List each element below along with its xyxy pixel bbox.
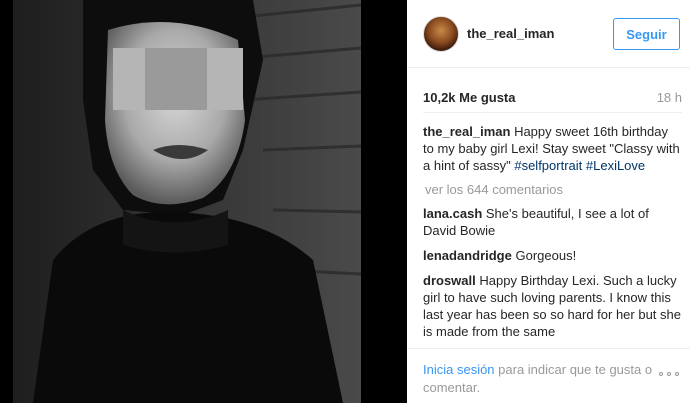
avatar[interactable] [423, 16, 459, 52]
comment-text: Gorgeous! [515, 248, 577, 263]
portrait-illustration [13, 0, 361, 403]
comment-author[interactable]: lenadandridge [423, 248, 512, 263]
caption-hashtags[interactable]: #selfportrait #LexiLove [514, 158, 645, 173]
more-dot [667, 372, 671, 376]
login-prompt: Inicia sesión para indicar que te gusta … [423, 361, 653, 397]
caption: the_real_iman Happy sweet 16th birthday … [423, 123, 682, 174]
likes-row: 10,2k Me gusta 18 h [423, 90, 682, 108]
post-photo[interactable] [13, 0, 361, 403]
header-username[interactable]: the_real_iman [467, 26, 554, 41]
post-sidebar: the_real_iman Seguir 10,2k Me gusta 18 h… [407, 0, 690, 403]
follow-button[interactable]: Seguir [613, 18, 680, 50]
comment-author[interactable]: lana.cash [423, 206, 482, 221]
photo-panel [0, 0, 407, 403]
list-item: lenadandridge Gorgeous! [423, 247, 682, 264]
likes-count[interactable]: 10,2k Me gusta [423, 90, 516, 105]
caption-author[interactable]: the_real_iman [423, 124, 510, 139]
more-options-icon[interactable] [659, 367, 683, 381]
list-item: lana.cash She's beautiful, I see a lot o… [423, 205, 682, 239]
post-time[interactable]: 18 h [657, 90, 682, 105]
more-dot [659, 372, 663, 376]
login-link[interactable]: Inicia sesión [423, 362, 495, 377]
more-dot [675, 372, 679, 376]
post-header: the_real_iman Seguir [407, 0, 690, 68]
list-item: droswall Happy Birthday Lexi. Such a luc… [423, 272, 682, 340]
post-footer: Inicia sesión para indicar que te gusta … [407, 348, 690, 403]
comments-list: the_real_iman Happy sweet 16th birthday … [423, 112, 682, 344]
comment-author[interactable]: droswall [423, 273, 476, 288]
view-all-comments-link[interactable]: ver los 644 comentarios [423, 182, 682, 197]
